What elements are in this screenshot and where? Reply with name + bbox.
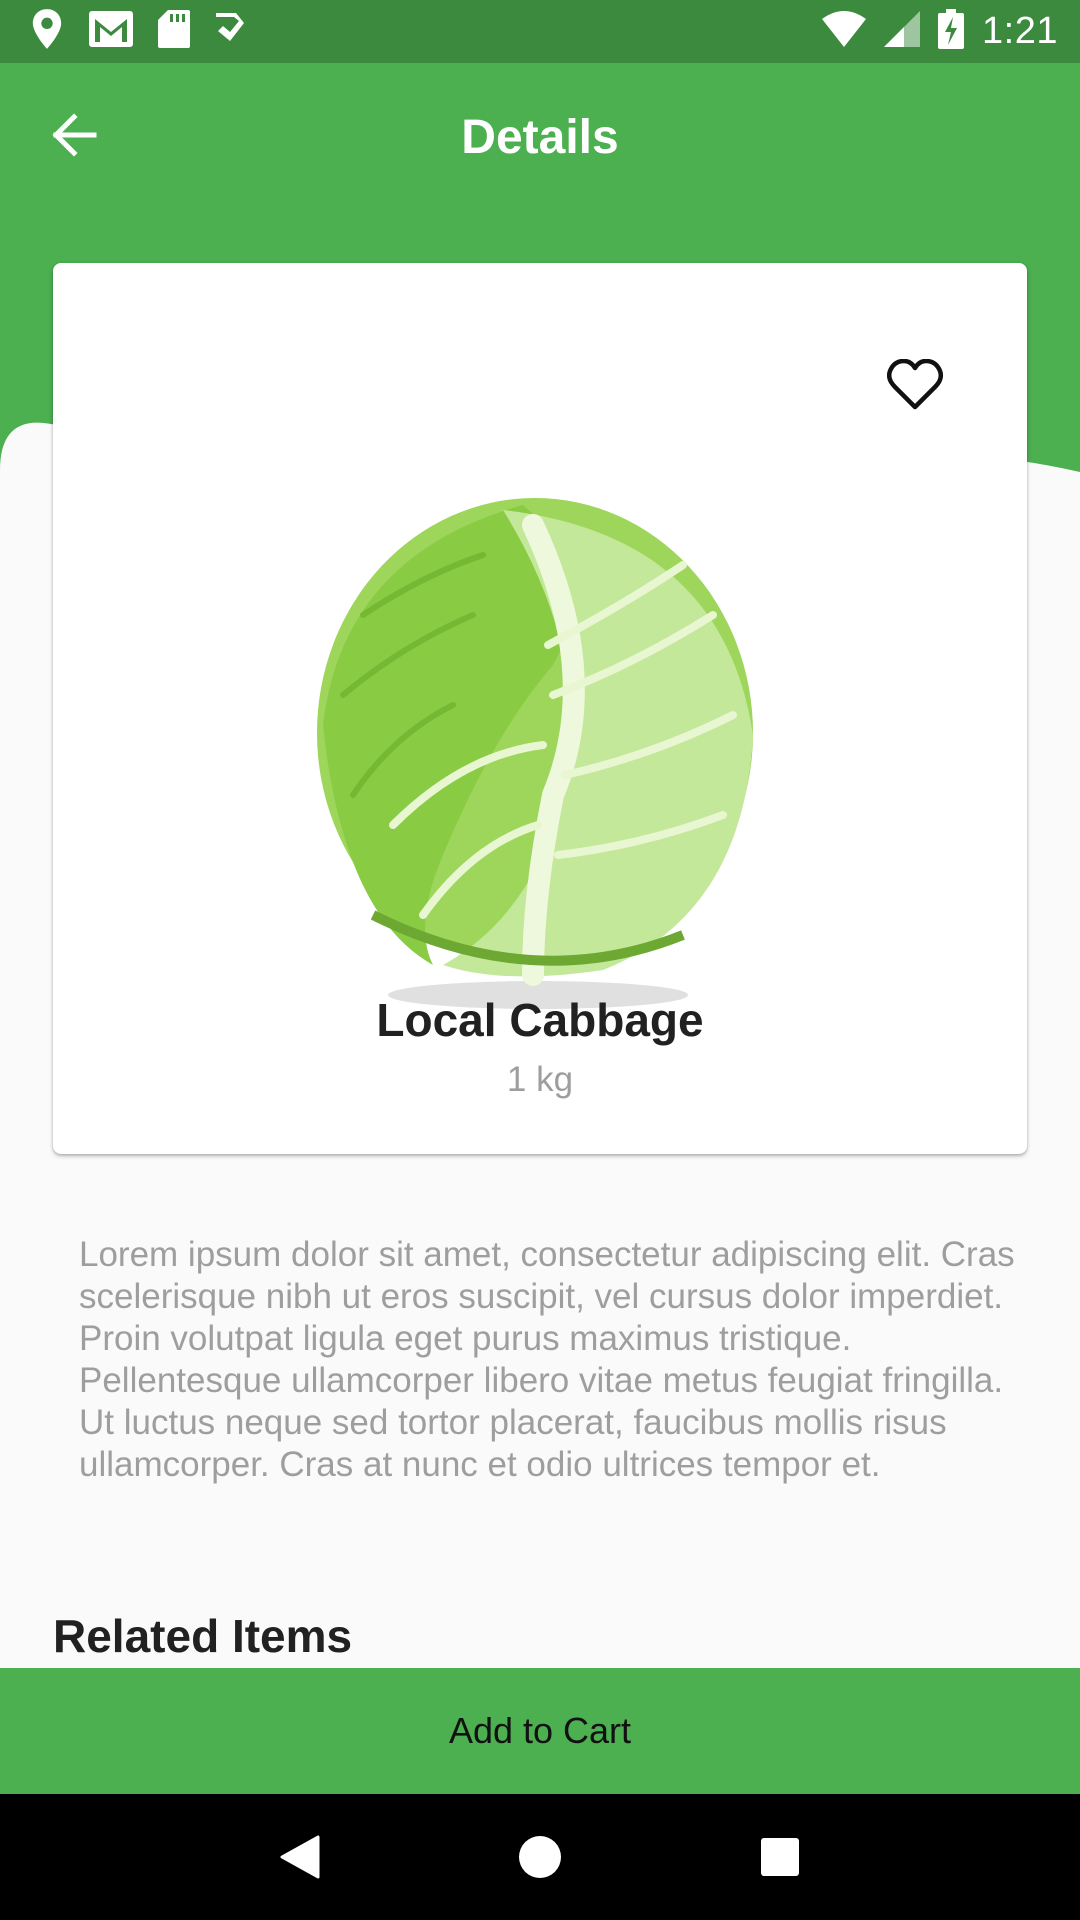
- product-card: Local Cabbage 1 kg: [53, 263, 1027, 1154]
- product-quantity: 1 kg: [506, 1060, 574, 1099]
- cabbage-image: [317, 498, 753, 1009]
- back-button[interactable]: [42, 103, 106, 167]
- navigation-bar: [0, 1794, 1080, 1920]
- product-description: Lorem ipsum dolor sit amet, consectetur …: [79, 1235, 1015, 1484]
- product-name: Local Cabbage: [376, 994, 704, 1046]
- related-items-heading: Related Items: [53, 1610, 353, 1662]
- favorite-button[interactable]: [875, 345, 955, 425]
- status-time: 1:21: [982, 10, 1058, 52]
- heart-outline-icon: [887, 359, 943, 410]
- check-icon: [214, 11, 250, 52]
- status-right-icons: 1:21: [822, 9, 1058, 54]
- page-title: Details: [461, 110, 619, 164]
- sd-card-icon: [158, 10, 190, 53]
- status-bar: 1:21: [0, 0, 1080, 63]
- nav-recents-button[interactable]: [740, 1817, 820, 1897]
- recents-square-icon: [761, 1838, 799, 1876]
- arrow-back-icon: [52, 113, 97, 157]
- app-bar: Details: [0, 63, 1080, 211]
- signal-icon: [884, 11, 921, 52]
- back-triangle-icon: [280, 1835, 320, 1879]
- nav-back-button[interactable]: [260, 1817, 340, 1897]
- status-left-icons: [30, 9, 250, 54]
- battery-charging-icon: [938, 9, 965, 54]
- nav-home-button[interactable]: [500, 1817, 580, 1897]
- location-icon: [30, 9, 64, 54]
- gmail-icon: [88, 10, 134, 53]
- add-to-cart-button[interactable]: Add to Cart: [0, 1668, 1080, 1794]
- wifi-icon: [822, 11, 867, 52]
- details-screen: 1:21 Details Local Cabbage 1 kg Lorem ip…: [0, 0, 1080, 1920]
- home-circle-icon: [519, 1836, 561, 1878]
